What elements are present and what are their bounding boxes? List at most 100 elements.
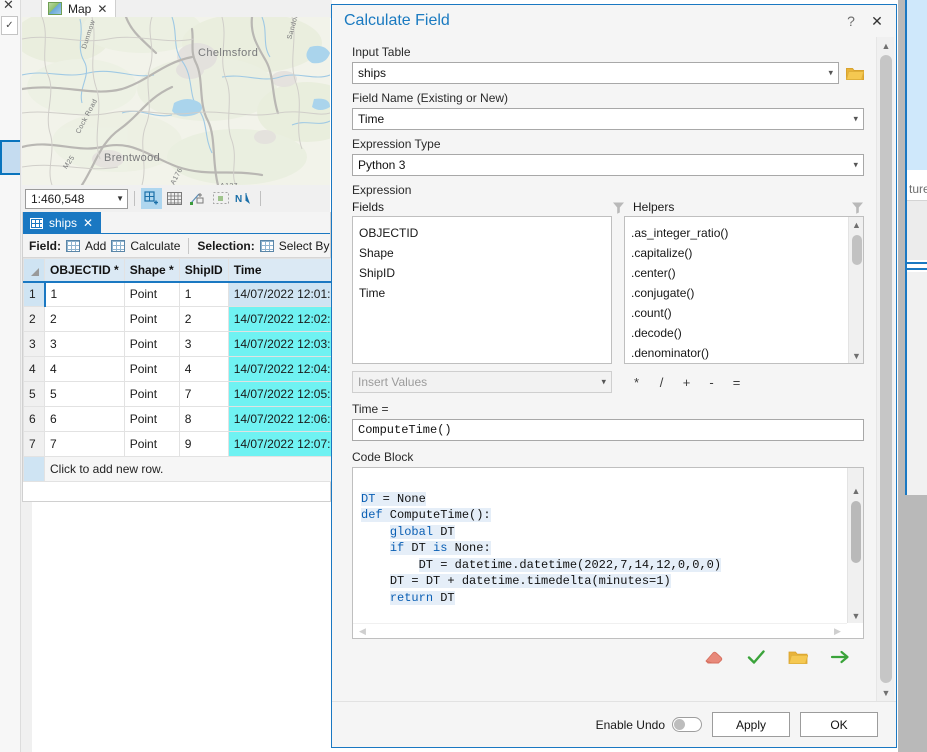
code-block-editor[interactable]: DT = None def ComputeTime(): global DT if… [352,467,864,639]
map-view[interactable]: Chelmsford Brentwood Dunmow Cock Road M2… [22,17,330,185]
field-name-combobox[interactable]: Time ▾ [352,108,864,130]
result-expression-input[interactable]: ComputeTime() [352,419,864,441]
cell-shape[interactable]: Point [123,431,180,457]
helper-item-count[interactable]: .count() [631,303,863,323]
select-by-attributes-icon[interactable] [259,239,274,252]
filter-fields-icon[interactable] [612,201,625,214]
select-features-button[interactable] [187,188,208,209]
helper-item-conjugate[interactable]: .conjugate() [631,283,863,303]
cell-shape[interactable]: Point [123,331,180,357]
scroll-up-icon[interactable]: ▲ [849,217,863,232]
operator-equals[interactable]: = [724,375,749,390]
table-tab-close-icon[interactable]: ✕ [83,216,93,230]
field-item-time[interactable]: Time [359,283,611,303]
table-row[interactable]: 5 5 Point 7 14/07/2022 12:05:00 [23,381,350,407]
chevron-down-icon[interactable]: ▼ [116,194,124,203]
cell-shape[interactable]: Point [123,381,180,407]
cell-shipid[interactable]: 7 [178,381,229,407]
scroll-down-icon[interactable]: ▼ [848,608,863,623]
row-number[interactable]: 3 [23,331,45,357]
chevron-down-icon[interactable]: ▾ [601,377,606,388]
cell-shipid[interactable]: 1 [178,281,229,307]
contents-selected-layer[interactable] [0,140,20,175]
measure-north-button[interactable]: N [233,188,254,209]
cell-shape[interactable]: Point [123,356,180,382]
row-number[interactable]: 1 [23,281,46,307]
select-by-rectangle-button[interactable] [210,188,231,209]
folder-browse-icon[interactable] [846,65,864,81]
enable-undo-toggle[interactable] [672,717,702,732]
scroll-down-icon[interactable]: ▼ [877,684,895,701]
helper-item-decode[interactable]: .decode() [631,323,863,343]
scrollbar-thumb[interactable] [880,55,892,683]
helper-item-as-integer-ratio[interactable]: .as_integer_ratio() [631,223,863,243]
add-row-prompt[interactable]: Click to add new row. [44,456,350,482]
field-item-shipid[interactable]: ShipID [359,263,611,283]
chevron-down-icon[interactable]: ▾ [853,160,858,171]
table-row[interactable]: 6 6 Point 8 14/07/2022 12:06:00 [23,406,350,432]
cell-shape[interactable]: Point [123,406,180,432]
table-row[interactable]: 2 2 Point 2 14/07/2022 12:02:00 [23,306,350,332]
code-block-horizontal-scrollbar[interactable]: ◀ ▶ [353,623,847,638]
expression-type-combobox[interactable]: Python 3 ▾ [352,154,864,176]
add-field-icon[interactable] [66,239,80,252]
table-row[interactable]: 3 3 Point 3 14/07/2022 12:03:00 [23,331,350,357]
map-scale-combobox[interactable]: 1:460,548 ▼ [25,188,128,209]
operator-minus[interactable]: - [699,375,724,390]
calculate-field-icon[interactable] [111,239,126,252]
helpers-scrollbar[interactable]: ▲ ▼ [848,217,863,363]
helper-item-denominator[interactable]: .denominator() [631,343,863,363]
scroll-up-icon[interactable]: ▲ [877,37,895,54]
apply-button[interactable]: Apply [712,712,790,737]
eraser-icon[interactable] [704,647,724,667]
cell-shape[interactable]: Point [123,306,180,332]
chevron-down-icon[interactable]: ▾ [828,68,833,79]
filter-helpers-icon[interactable] [851,201,864,214]
column-header-shape[interactable]: Shape * [123,258,180,283]
field-item-objectid[interactable]: OBJECTID [359,223,611,243]
cell-objectid[interactable]: 2 [44,306,125,332]
scroll-left-icon[interactable]: ◀ [355,624,370,638]
add-field-button[interactable]: Add [85,239,106,253]
help-icon[interactable]: ? [838,9,864,33]
scroll-up-icon[interactable]: ▲ [848,483,863,498]
column-header-shipid[interactable]: ShipID [178,258,229,283]
operator-divide[interactable]: / [649,375,674,390]
scrollbar-thumb[interactable] [851,501,861,563]
operator-multiply[interactable]: * [624,375,649,390]
cell-objectid[interactable]: 5 [44,381,125,407]
open-folder-icon[interactable] [788,647,808,667]
field-item-shape[interactable]: Shape [359,243,611,263]
row-number[interactable]: 7 [23,431,45,457]
cell-objectid[interactable]: 7 [44,431,125,457]
contents-close-icon[interactable]: ✕ [3,0,14,13]
code-block-vertical-scrollbar[interactable]: ▲ ▼ [847,468,863,623]
cell-shipid[interactable]: 9 [178,431,229,457]
code-block-text[interactable]: DT = None def ComputeTime(): global DT if… [361,474,839,638]
cell-objectid[interactable]: 6 [44,406,125,432]
select-all-corner[interactable] [23,258,45,283]
chevron-down-icon[interactable]: ▾ [853,114,858,125]
cell-objectid[interactable]: 4 [44,356,125,382]
map-view-tab[interactable]: Map ✕ [41,0,117,18]
table-row[interactable]: 1 1 Point 1 14/07/2022 12:01:00 [23,281,350,307]
helper-item-center[interactable]: .center() [631,263,863,283]
check-icon[interactable] [746,647,766,667]
scrollbar-thumb[interactable] [852,235,862,265]
calculate-field-button[interactable]: Calculate [130,239,180,253]
cell-shipid[interactable]: 4 [178,356,229,382]
map-tab-close-icon[interactable]: ✕ [97,2,107,16]
cell-shipid[interactable]: 3 [178,331,229,357]
scroll-right-icon[interactable]: ▶ [830,624,845,638]
fields-listbox[interactable]: OBJECTID Shape ShipID Time [352,216,612,364]
export-arrow-icon[interactable] [830,647,850,667]
add-new-row[interactable]: Click to add new row. [23,456,350,482]
ok-button[interactable]: OK [800,712,878,737]
contents-check-item[interactable]: ✓ [1,16,18,35]
scroll-down-icon[interactable]: ▼ [849,348,863,363]
table-tab-ships[interactable]: ships ✕ [23,212,102,234]
select-by-button[interactable]: Select By [279,239,330,253]
helper-item-capitalize[interactable]: .capitalize() [631,243,863,263]
cell-shipid[interactable]: 2 [178,306,229,332]
row-number[interactable]: 4 [23,356,45,382]
